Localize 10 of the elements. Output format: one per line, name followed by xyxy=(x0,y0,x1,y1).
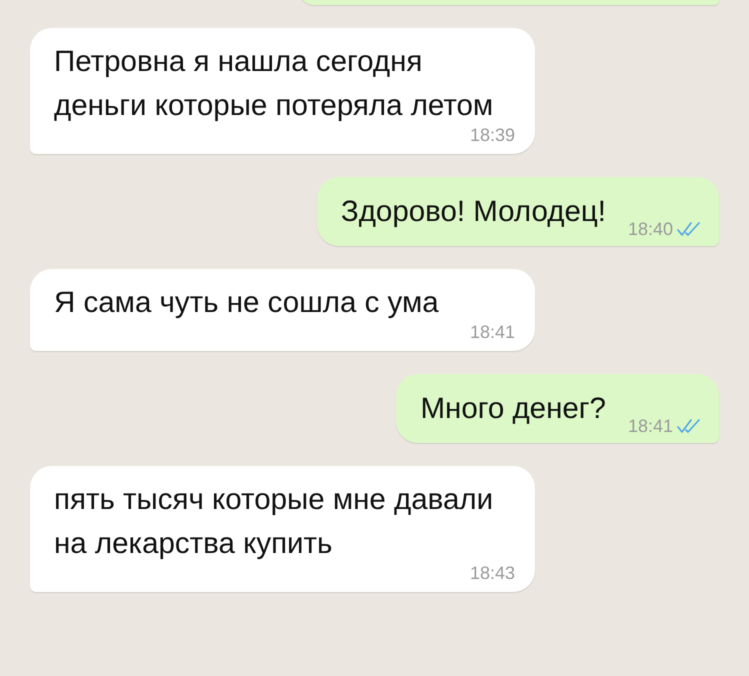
message-time: 18:39 xyxy=(470,124,515,146)
message-time: 18:40 xyxy=(628,218,673,240)
message-time: 18:41 xyxy=(470,321,515,343)
message-text: Я сама чуть не сошла с ума xyxy=(54,285,440,321)
message-text: Много денег? xyxy=(420,391,606,427)
message-text: Здорово! Молодец! xyxy=(340,194,606,230)
message-time: 18:43 xyxy=(470,562,515,584)
message-text: пять тысяч которые мне давали на лекарства купить xyxy=(54,482,494,562)
message-text: Петровна я нашла сегодня деньги которые потеряла летом xyxy=(54,44,494,124)
message-time: 18:41 xyxy=(628,415,673,437)
